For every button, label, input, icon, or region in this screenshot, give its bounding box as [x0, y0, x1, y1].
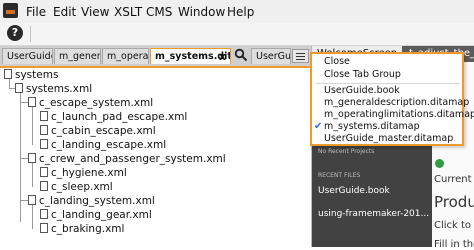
- tree-connector: [20, 102, 28, 103]
- tab-label: m_generalde: [59, 51, 101, 62]
- tree-item-label: systems: [15, 69, 59, 81]
- menu-xslt[interactable]: XSLT: [114, 5, 142, 19]
- menu-file[interactable]: File: [26, 5, 46, 19]
- tree-item-label: c_hygiene.xml: [51, 167, 127, 179]
- tab-label: UserGuide.b: [7, 51, 52, 62]
- tree-item-label: systems.xml: [26, 83, 93, 95]
- menu-cms[interactable]: CMS: [146, 5, 172, 19]
- menu-item-m-operatinglimitations[interactable]: m_operatinglimitations.ditamap: [324, 109, 474, 121]
- document-icon: [40, 167, 48, 177]
- status-check-icon: [435, 159, 444, 168]
- help-icon[interactable]: ?: [7, 25, 23, 41]
- menu-item-close-tab-group[interactable]: Close Tab Group: [324, 69, 401, 81]
- tree-item[interactable]: c_cabin_escape.xml: [40, 124, 156, 138]
- document-icon: [28, 153, 36, 163]
- current-version-text: Current ve: [434, 174, 474, 185]
- menu-help[interactable]: Help: [227, 5, 254, 19]
- tree-item-label: c_landing_escape.xml: [51, 139, 167, 151]
- tree-item-label: c_cabin_escape.xml: [51, 125, 156, 137]
- toolbar: ?: [0, 23, 474, 46]
- tree-item-label: c_braking.xml: [51, 223, 125, 235]
- tree-item-label: c_sleep.xml: [51, 181, 113, 193]
- document-icon: [40, 139, 48, 149]
- close-icon[interactable]: x: [219, 49, 226, 64]
- tree-item-label: c_escape_system.xml: [39, 97, 154, 109]
- tree-connector: [20, 200, 28, 201]
- click-to-text: Click to: [434, 220, 472, 231]
- tree-item[interactable]: c_crew_and_passenger_system.xml: [28, 152, 226, 166]
- menu-bar: File Edit View XSLT CMS Window Help: [0, 0, 474, 24]
- menu-item-m-systems[interactable]: m_systems.ditamap: [324, 121, 420, 133]
- fill-in-text: Fill in the: [434, 239, 474, 250]
- tab-list-dropdown: Close Close Tab Group UserGuide.book m_g…: [310, 52, 474, 146]
- editor-tab-bar: UserGuide.b m_generalde m_operating m_sy…: [0, 46, 311, 68]
- document-icon: [28, 97, 36, 107]
- tree-item[interactable]: c_hygiene.xml: [40, 166, 127, 180]
- menu-item-close[interactable]: Close: [324, 56, 350, 68]
- document-icon: [28, 195, 36, 205]
- tree-item-label: c_launch_pad_escape.xml: [51, 111, 188, 123]
- menu-item-userguide-master[interactable]: UserGuide_master.ditamap: [324, 133, 453, 145]
- tree-item[interactable]: c_sleep.xml: [40, 180, 113, 194]
- checkmark-icon: ✔: [314, 121, 323, 132]
- no-recent-projects: No Recent Projects: [318, 148, 375, 155]
- document-icon: [40, 223, 48, 233]
- document-icon: [15, 83, 23, 93]
- ditamap-tree: systems systems.xml c_escape_system.xml …: [0, 68, 311, 247]
- tab-m-systems-ditamap[interactable]: m_systems.ditamap x: [150, 48, 231, 64]
- recent-file-item[interactable]: using-framemaker-201...: [318, 209, 429, 219]
- tab-userguide-book[interactable]: UserGuide.b: [2, 48, 53, 64]
- document-icon: [40, 111, 48, 121]
- tree-connector: [20, 158, 28, 159]
- document-icon: [4, 69, 12, 79]
- tree-item[interactable]: c_braking.xml: [40, 222, 124, 236]
- tab-m-generaldescription[interactable]: m_generalde: [54, 48, 101, 64]
- recent-file-item[interactable]: UserGuide.book: [318, 186, 390, 196]
- tree-item[interactable]: systems: [4, 68, 58, 82]
- tab-list-menu-button[interactable]: [292, 49, 309, 63]
- menu-edit[interactable]: Edit: [53, 5, 76, 19]
- tab-m-operatinglimitations[interactable]: m_operating: [102, 48, 149, 64]
- tree-item-label: c_landing_gear.xml: [51, 209, 152, 221]
- tree-item[interactable]: c_launch_pad_escape.xml: [40, 110, 187, 124]
- tree-item[interactable]: c_landing_escape.xml: [40, 138, 166, 152]
- toolbar-divider: [30, 26, 31, 42]
- document-icon: [40, 209, 48, 219]
- tab-label: UserGuide_m: [256, 51, 291, 62]
- menu-item-m-generaldescription[interactable]: m_generaldescription.ditamap: [324, 97, 469, 109]
- tree-item[interactable]: c_escape_system.xml: [28, 96, 153, 110]
- tab-userguide-master[interactable]: UserGuide_m: [251, 48, 291, 64]
- tree-connector: [32, 106, 33, 145]
- app-logo-icon: [3, 3, 18, 18]
- tree-item[interactable]: c_landing_system.xml: [28, 194, 155, 208]
- tree-item[interactable]: systems.xml: [15, 82, 92, 96]
- menu-item-userguide-book[interactable]: UserGuide.book: [324, 85, 400, 97]
- document-icon: [40, 125, 48, 135]
- product-heading: Produ: [434, 193, 474, 211]
- search-icon[interactable]: [234, 48, 248, 62]
- menu-divider: [316, 83, 460, 84]
- menu-view[interactable]: View: [81, 5, 109, 19]
- tree-item-label: c_crew_and_passenger_system.xml: [39, 153, 226, 165]
- tree-item-label: c_landing_system.xml: [39, 195, 155, 207]
- document-icon: [40, 181, 48, 191]
- tree-connector: [20, 92, 21, 222]
- editor-pane: UserGuide.b m_generalde m_operating m_sy…: [0, 46, 311, 247]
- recent-files-heading: RECENT FILES: [318, 172, 361, 179]
- menu-window[interactable]: Window: [178, 5, 225, 19]
- tab-label: m_operating: [107, 51, 149, 62]
- tree-item[interactable]: c_landing_gear.xml: [40, 208, 152, 222]
